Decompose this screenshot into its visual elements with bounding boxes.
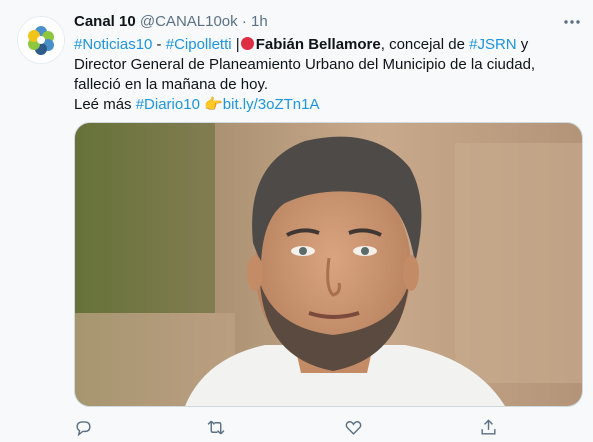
reply-button[interactable]: [72, 416, 94, 438]
more-options-icon: [564, 20, 580, 24]
portrait-photo-image: [75, 123, 582, 406]
more-options-button[interactable]: [560, 11, 584, 33]
read-more-text: Leé más: [74, 96, 136, 113]
hashtag-jsrn[interactable]: #JSRN: [469, 36, 517, 53]
author-name[interactable]: Canal 10: [74, 13, 136, 30]
text-pipe: |: [231, 36, 240, 53]
tweet-text: #Noticias10 - #Cipolletti | Fabián Bellam…: [74, 35, 579, 115]
red-circle-icon: [240, 37, 254, 50]
time-separator: ·: [241, 13, 247, 30]
retweet-icon: [207, 420, 225, 434]
hashtag-noticias10[interactable]: #Noticias10: [74, 36, 152, 53]
hashtag-cipolletti[interactable]: #Cipolletti: [166, 36, 232, 53]
tweet-body: #Noticias10 - #Cipolletti | Fabián Bellam…: [74, 35, 579, 95]
short-link[interactable]: bit.ly/3oZTn1A: [223, 96, 320, 113]
canal10-logo-icon: [18, 17, 64, 63]
read-more-line: Leé más #Diario10 👉bit.ly/3oZTn1A: [74, 95, 579, 115]
text-dash: -: [152, 36, 166, 53]
share-button[interactable]: [477, 416, 499, 438]
share-icon: [480, 418, 496, 435]
tweet-card[interactable]: Canal 10 @CANAL10ok · 1h #Noticias10 - #…: [0, 0, 593, 442]
reply-icon: [75, 420, 91, 436]
hashtag-diario10[interactable]: #Diario10: [136, 96, 200, 113]
text-body-1: , concejal de: [380, 36, 470, 53]
like-button[interactable]: [342, 416, 364, 438]
tweet-actions: [0, 410, 593, 440]
pointing-right-icon: 👉: [204, 96, 223, 113]
person-name: Fabián Bellamore: [255, 36, 381, 53]
like-icon: [345, 420, 361, 435]
avatar[interactable]: [17, 16, 65, 64]
tweet-time[interactable]: 1h: [251, 13, 268, 30]
author-handle[interactable]: @CANAL10ok: [140, 13, 238, 30]
tweet-photo[interactable]: [74, 122, 583, 407]
tweet-header: Canal 10 @CANAL10ok · 1h: [74, 12, 268, 32]
retweet-button[interactable]: [205, 416, 227, 438]
